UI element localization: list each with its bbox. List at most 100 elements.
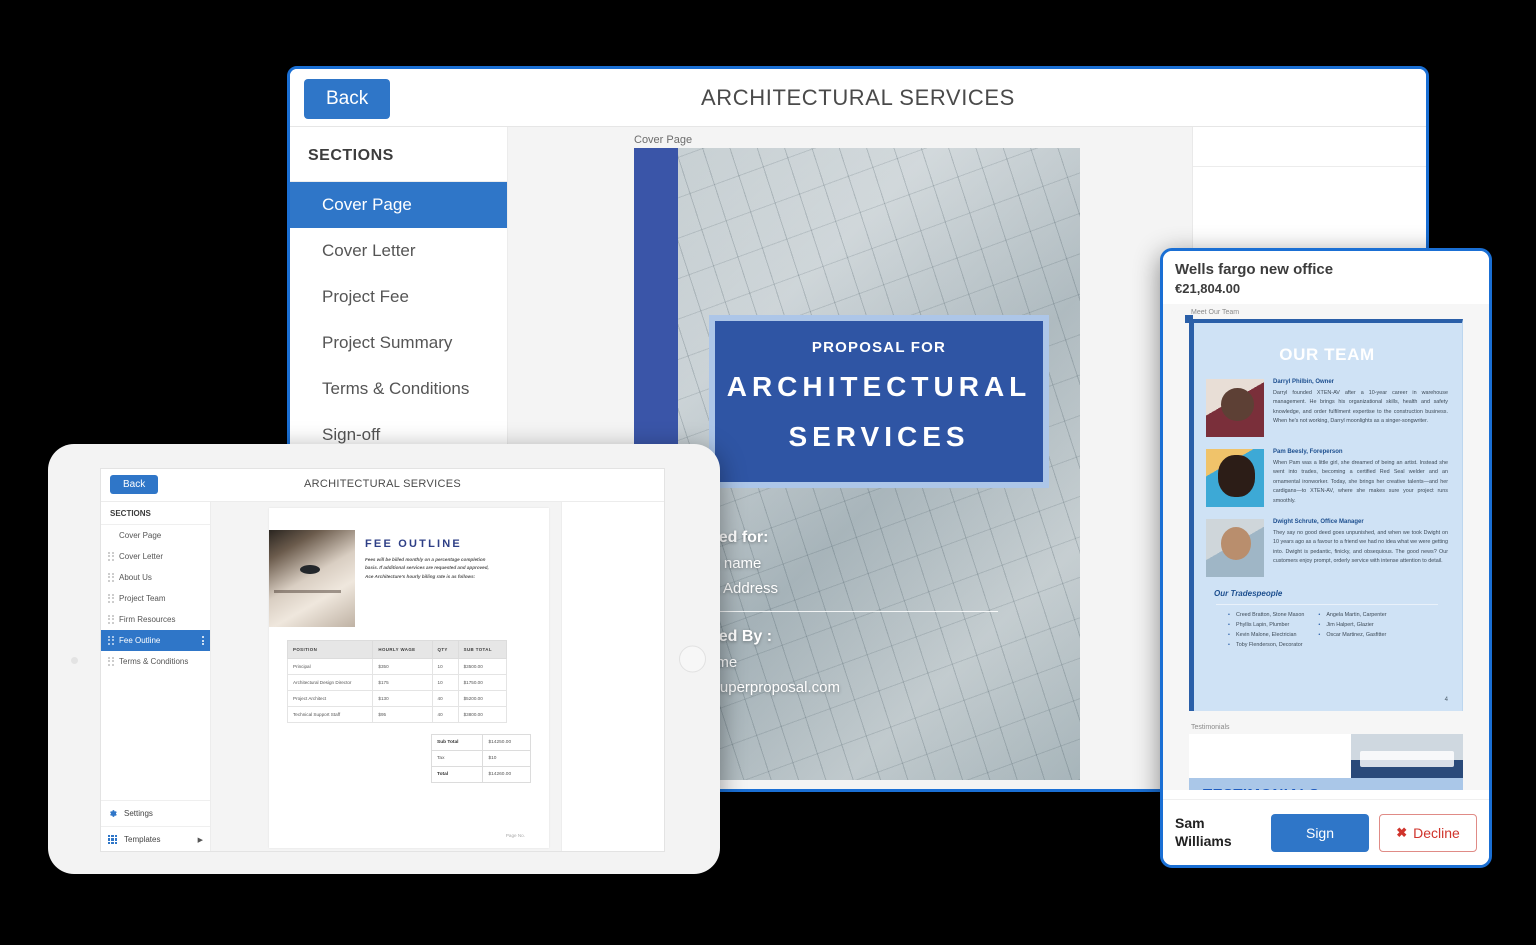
desktop-page-title: ARCHITECTURAL SERVICES <box>701 85 1015 110</box>
tablet-item-project-team[interactable]: Project Team <box>101 588 210 609</box>
totals-label-total: Total <box>430 766 484 783</box>
cell-qty: 40 <box>431 690 459 707</box>
list-item: Angela Martin, Carpenter <box>1318 612 1386 618</box>
lamp-shape <box>299 564 320 574</box>
table-row: Principal $350 10 $3500.00 <box>286 658 508 675</box>
tradespeople-column-2: Angela Martin, Carpenter Jim Halpert, Gl… <box>1318 612 1386 652</box>
drag-handle-icon[interactable] <box>108 615 114 624</box>
list-item: Creed Bratton, Stone Mason <box>1228 612 1304 618</box>
cover-title-badge: PROPOSAL FOR ARCHITECTURAL SERVICES <box>709 315 1049 488</box>
cell-qty: 10 <box>431 674 459 691</box>
shelf-shape <box>274 590 342 594</box>
fee-col-qty: QTY <box>431 640 459 659</box>
cell-subtotal: $3800.00 <box>457 706 508 723</box>
tradespeople-divider <box>1216 604 1438 605</box>
cell-position: Architectural Design Director <box>286 674 374 691</box>
tablet-item-terms-conditions[interactable]: Terms & Conditions <box>101 651 210 672</box>
right-pane-strip <box>1193 127 1426 167</box>
tablet-item-label: About Us <box>119 573 152 582</box>
fee-outline-document[interactable]: FEE OUTLINE Fees will be billed monthly … <box>269 508 549 848</box>
grid-icon <box>108 835 117 844</box>
team-member: Pam Beesly, Foreperson When Pam was a li… <box>1206 449 1448 507</box>
totals-row-subtotal: Sub Total $14250.00 <box>430 734 531 751</box>
interior-photo <box>269 530 355 627</box>
tablet-home-button[interactable] <box>679 645 706 673</box>
table-row: Architectural Design Director $175 10 $1… <box>286 674 508 691</box>
tablet-sidebar-footer: Settings Templates ▶ <box>101 800 210 851</box>
totals-table: Sub Total $14250.00 Tax $10 Total $14260… <box>430 734 531 783</box>
cell-qty: 40 <box>431 706 459 723</box>
mobile-scroll-area[interactable]: Meet Our Team OUR TEAM Darryl Philbin, O… <box>1163 304 1489 790</box>
canvas-section-label: Cover Page <box>634 134 693 146</box>
tablet-item-cover-letter[interactable]: Cover Letter <box>101 546 210 567</box>
page-number-footer: Page No. <box>505 833 525 838</box>
drag-handle-icon[interactable] <box>108 573 114 582</box>
list-item: Kevin Malone, Electrician <box>1228 632 1304 638</box>
drag-handle-icon[interactable] <box>108 594 114 603</box>
our-team-page: OUR TEAM Darryl Philbin, Owner Darryl fo… <box>1185 315 1463 711</box>
totals-label-tax: Tax <box>430 750 484 767</box>
decline-button[interactable]: ✖ Decline <box>1379 813 1477 852</box>
tablet-section-list: Cover Page Cover Letter About Us Project… <box>101 525 210 800</box>
cell-subtotal: $1750.00 <box>457 674 508 691</box>
templates-label: Templates <box>124 835 161 844</box>
tablet-item-fee-outline[interactable]: Fee Outline <box>101 630 210 651</box>
mobile-action-bar: Sam Williams Sign ✖ Decline <box>1163 799 1489 865</box>
list-item: Toby Flenderson, Decorator <box>1228 642 1304 648</box>
drag-handle-icon[interactable] <box>108 636 114 645</box>
sidebar-item-cover-page[interactable]: Cover Page <box>290 182 507 228</box>
member-name: Darryl Philbin, Owner <box>1273 379 1335 385</box>
tradespeople-heading: Our Tradespeople <box>1214 589 1283 598</box>
tradespeople-lists: Creed Bratton, Stone Mason Phyllis Lapin… <box>1206 612 1448 652</box>
sidebar-item-project-fee[interactable]: Project Fee <box>290 274 507 320</box>
cell-subtotal: $5200.00 <box>457 690 508 707</box>
testimonials-wrap: Testimonials TESTIMONIALS <box>1163 719 1489 790</box>
gear-icon <box>110 810 117 817</box>
sidebar-item-terms-conditions[interactable]: Terms & Conditions <box>290 366 507 412</box>
tablet-item-label: Cover Page <box>119 531 162 540</box>
templates-button[interactable]: Templates ▶ <box>101 827 210 851</box>
list-item: Jim Halpert, Glazier <box>1318 622 1386 628</box>
drag-handle-icon[interactable] <box>108 657 114 666</box>
totals-value-tax: $10 <box>482 750 531 767</box>
member-bio: Darryl founded XTEN-AV after a 10-year c… <box>1273 390 1448 425</box>
fee-outline-heading: FEE OUTLINE <box>365 538 462 550</box>
totals-row-total: Total $14260.00 <box>430 766 531 783</box>
tablet-item-firm-resources[interactable]: Firm Resources <box>101 609 210 630</box>
cover-title-line2: SERVICES <box>788 420 970 452</box>
fee-col-hourly-wage: HOURLY WAGE <box>372 640 433 659</box>
avatar <box>1206 519 1264 577</box>
cell-position: Principal <box>286 658 374 675</box>
totals-value-total: $14260.00 <box>482 766 531 783</box>
tablet-item-about-us[interactable]: About Us <box>101 567 210 588</box>
drag-handle-icon[interactable] <box>108 552 114 561</box>
cell-subtotal: $3500.00 <box>457 658 508 675</box>
tablet-item-label: Cover Letter <box>119 552 164 561</box>
avatar <box>1206 449 1264 507</box>
tablet-sections-header: SECTIONS <box>101 502 210 525</box>
chevron-right-icon[interactable]: ▶ <box>198 836 203 844</box>
signer-last-name: Williams <box>1175 832 1232 849</box>
proposal-title: Wells fargo new office <box>1175 261 1334 278</box>
cell-position: Project Architect <box>286 690 374 707</box>
tablet-item-cover-page[interactable]: Cover Page <box>101 525 210 546</box>
tablet-body: SECTIONS Cover Page Cover Letter About U… <box>101 502 664 851</box>
sign-button[interactable]: Sign <box>1271 813 1369 852</box>
fee-col-position: POSITION <box>286 640 374 659</box>
tablet-right-pane <box>561 502 664 851</box>
cell-wage: $130 <box>372 690 433 707</box>
tablet-device: Back ARCHITECTURAL SERVICES SECTIONS Cov… <box>48 444 720 874</box>
more-options-icon[interactable] <box>202 636 204 645</box>
testimonials-page: TESTIMONIALS <box>1189 734 1463 790</box>
x-mark-icon: ✖ <box>1396 824 1408 840</box>
tradespeople-column-1: Creed Bratton, Stone Mason Phyllis Lapin… <box>1228 612 1304 652</box>
settings-button[interactable]: Settings <box>101 801 210 827</box>
sidebar-item-project-summary[interactable]: Project Summary <box>290 320 507 366</box>
tablet-sidebar: SECTIONS Cover Page Cover Letter About U… <box>101 502 211 851</box>
tablet-item-label: Firm Resources <box>119 615 176 624</box>
tablet-screen: Back ARCHITECTURAL SERVICES SECTIONS Cov… <box>100 468 665 852</box>
fee-col-sub-total: SUB TOTAL <box>457 640 508 659</box>
tablet-item-label: Terms & Conditions <box>119 657 189 666</box>
sidebar-item-cover-letter[interactable]: Cover Letter <box>290 228 507 274</box>
cell-wage: $95 <box>372 706 433 723</box>
